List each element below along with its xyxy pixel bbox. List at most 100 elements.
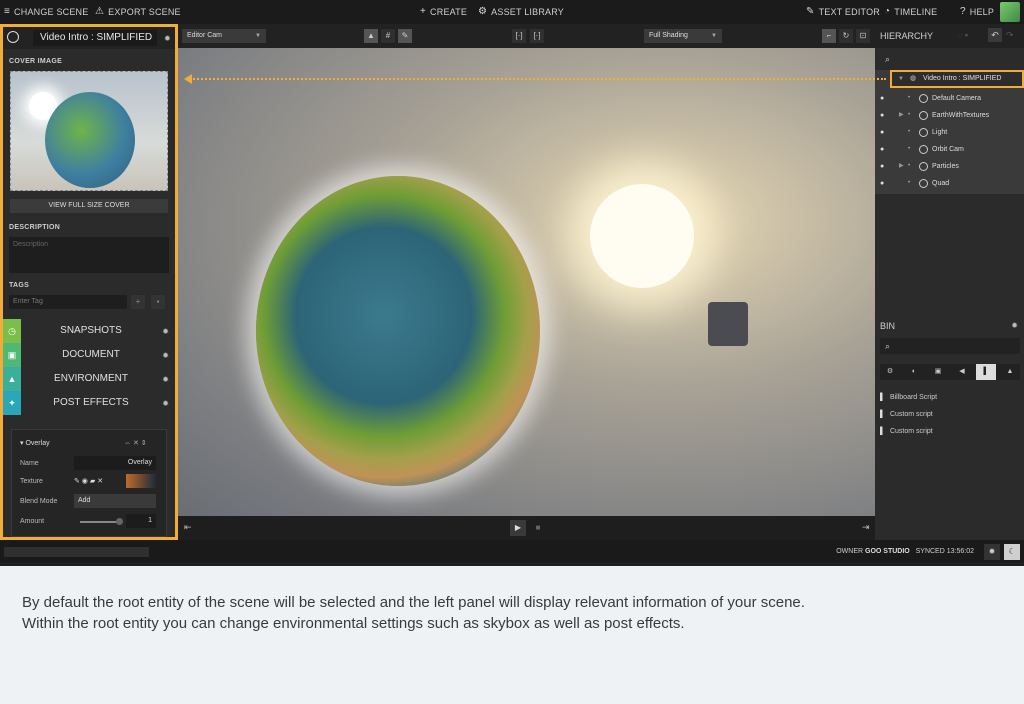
- delete-tag-button[interactable]: ▪: [151, 295, 165, 309]
- chevron-down-icon: ▼: [255, 33, 261, 39]
- night-mode-icon[interactable]: ☾: [1004, 544, 1020, 560]
- add-tag-button[interactable]: +: [131, 295, 145, 309]
- environment-section[interactable]: ▲ ENVIRONMENT ✹: [3, 367, 175, 391]
- blend-mode-label: Blend Mode: [20, 498, 58, 505]
- overlay-header[interactable]: ▾ Overlay: [20, 439, 50, 447]
- gear-icon[interactable]: ✹: [164, 34, 171, 43]
- gear-icon[interactable]: ✹: [162, 399, 169, 408]
- gear-icon[interactable]: ✹: [162, 327, 169, 336]
- gear-icon[interactable]: ✹: [162, 351, 169, 360]
- create-menu[interactable]: + CREATE: [420, 6, 467, 17]
- view-full-size-cover-button[interactable]: VIEW FULL SIZE COVER: [10, 199, 168, 213]
- viewport-toolbar: Editor Cam ▼ ▲ # ✎ [·] [·] Full Shading …: [178, 24, 875, 48]
- amount-input[interactable]: 1: [126, 514, 156, 528]
- eye-icon[interactable]: ●: [880, 175, 884, 192]
- script-filter-icon[interactable]: ▌: [976, 364, 996, 380]
- help-menu[interactable]: ? HELP: [960, 6, 994, 17]
- amount-slider[interactable]: [80, 521, 120, 523]
- undo-icon[interactable]: ↶: [988, 28, 1002, 42]
- script-icon: ▌: [880, 428, 885, 435]
- sound-filter-icon[interactable]: ◀: [952, 364, 972, 380]
- entity-filter-icon[interactable]: ⚙: [880, 364, 900, 380]
- chevron-right-icon[interactable]: ▶: [899, 158, 904, 175]
- amount-label: Amount: [20, 518, 45, 525]
- document-section[interactable]: ▣ DOCUMENT ✹: [3, 343, 175, 367]
- texture-thumbnail[interactable]: [126, 474, 156, 488]
- entity-name-field[interactable]: Video Intro : SIMPLIFIED: [33, 30, 157, 46]
- eye-icon[interactable]: ●: [880, 107, 884, 124]
- eye-icon[interactable]: ●: [880, 158, 884, 175]
- blend-mode-select[interactable]: Add: [74, 494, 156, 508]
- stop-button[interactable]: ■: [530, 520, 546, 536]
- hierarchy-root-entity[interactable]: ▼ ◍ Video Intro : SIMPLIFIED: [890, 70, 1024, 88]
- search-icon[interactable]: ⌕: [875, 50, 1024, 68]
- collapse-right-icon[interactable]: ⇥: [862, 522, 870, 533]
- scene-mode-icon[interactable]: ▲: [364, 29, 378, 43]
- bin-item[interactable]: ▌ Custom script: [880, 428, 933, 435]
- cover-image[interactable]: [10, 71, 168, 191]
- environment-filter-icon[interactable]: ▲: [1000, 364, 1020, 380]
- change-scene-menu[interactable]: ≡ CHANGE SCENE: [4, 6, 88, 17]
- camera-icon: [919, 94, 928, 103]
- gear-icon[interactable]: ✹: [1011, 316, 1018, 336]
- tree-item[interactable]: ● ▶ • EarthWithTextures: [875, 107, 1024, 124]
- settings-icon[interactable]: ✹: [984, 544, 1000, 560]
- light-icon: [919, 128, 928, 137]
- post-effects-section[interactable]: ✦ POST EFFECTS ✹: [3, 391, 175, 415]
- amount-slider-handle[interactable]: [116, 518, 123, 525]
- bin-search-input[interactable]: ⌕: [880, 338, 1020, 354]
- bracket-icon[interactable]: [·]: [512, 29, 526, 43]
- entity-icon: [919, 179, 928, 188]
- user-avatar[interactable]: [1000, 2, 1020, 22]
- overlay-controls[interactable]: ⇔ ✕ ⇕: [124, 439, 147, 447]
- material-filter-icon[interactable]: ◐: [904, 364, 924, 380]
- chevron-right-icon[interactable]: ▶: [899, 107, 904, 124]
- tree-item[interactable]: ● • Default Camera: [875, 90, 1024, 107]
- wand-toggle-icon[interactable]: ✎: [398, 29, 412, 43]
- redo-icon[interactable]: ↷: [1006, 30, 1014, 41]
- caption: By default the root entity of the scene …: [22, 594, 805, 632]
- texture-tools[interactable]: ✎ ◉ ▰ ✕: [74, 477, 103, 485]
- snapshots-section[interactable]: ◷ SNAPSHOTS ✹: [3, 319, 175, 343]
- play-button[interactable]: ▶: [510, 520, 526, 536]
- grid-icon[interactable]: #: [381, 29, 395, 43]
- eye-icon[interactable]: ●: [880, 90, 884, 107]
- translate-icon[interactable]: ⌐: [822, 29, 836, 43]
- gear-icon[interactable]: ✹: [162, 375, 169, 384]
- collapse-left-icon[interactable]: ⇤: [184, 522, 192, 533]
- tree-item[interactable]: ● • Orbit Cam: [875, 141, 1024, 158]
- tree-item[interactable]: ● ▶ • Particles: [875, 158, 1024, 175]
- description-label: DESCRIPTION: [9, 224, 61, 231]
- script-icon: ▌: [880, 394, 885, 401]
- tag-input[interactable]: Enter Tag: [9, 295, 127, 309]
- tree-item[interactable]: ● • Quad: [875, 175, 1024, 192]
- hierarchy-tools[interactable]: ◌ ▪: [957, 30, 968, 40]
- document-icon: ▣: [3, 343, 21, 367]
- overlay-name-field[interactable]: Overlay: [74, 456, 156, 470]
- bin-item[interactable]: ▌ Custom script: [880, 411, 933, 418]
- bracket-icon[interactable]: [·]: [530, 29, 544, 43]
- eye-icon[interactable]: ●: [880, 124, 884, 141]
- chevron-down-icon[interactable]: ▼: [898, 72, 904, 86]
- overlay-effect-panel: ▾ Overlay ⇔ ✕ ⇕ Name Overlay Texture ✎ ◉…: [11, 429, 167, 537]
- eye-icon[interactable]: ●: [880, 141, 884, 158]
- tree-item[interactable]: ● • Light: [875, 124, 1024, 141]
- rotate-icon[interactable]: ↻: [839, 29, 853, 43]
- description-input[interactable]: Description: [9, 237, 169, 273]
- hamburger-icon: ≡: [4, 6, 11, 17]
- scale-icon[interactable]: ⊡: [856, 29, 870, 43]
- export-scene-menu[interactable]: ⚠ EXPORT SCENE: [95, 6, 181, 17]
- camera-dropdown[interactable]: Editor Cam ▼: [182, 29, 266, 43]
- shading-dropdown[interactable]: Full Shading ▼: [644, 29, 722, 43]
- bin-item[interactable]: ▌ Billboard Script: [880, 394, 937, 401]
- text-editor-menu[interactable]: ✎ TEXT EDITOR: [806, 6, 880, 17]
- plus-icon: +: [420, 6, 427, 17]
- texture-filter-icon[interactable]: ▣: [928, 364, 948, 380]
- viewport-earth[interactable]: [256, 176, 540, 486]
- camera-gizmo[interactable]: [708, 302, 748, 346]
- camera-icon: [919, 145, 928, 154]
- scene-viewport[interactable]: Editor Cam ▼ ▲ # ✎ [·] [·] Full Shading …: [178, 24, 875, 516]
- callout-arrow-head: [184, 74, 192, 84]
- asset-library-menu[interactable]: ⚙ ASSET LIBRARY: [478, 6, 564, 17]
- timeline-menu[interactable]: ◔ TIMELINE: [884, 6, 937, 17]
